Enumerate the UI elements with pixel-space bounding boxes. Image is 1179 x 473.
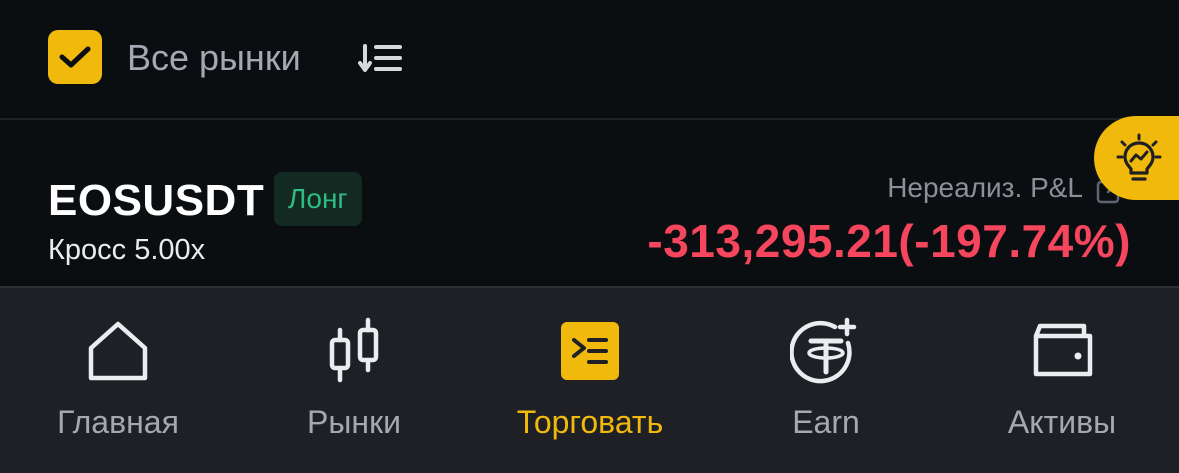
- nav-label-assets: Активы: [1007, 404, 1117, 440]
- nav-item-trade[interactable]: Торговать: [472, 288, 708, 473]
- nav-item-earn[interactable]: Earn: [708, 288, 944, 473]
- nav-label-trade: Торговать: [516, 404, 664, 440]
- margin-mode-leverage: Кросс 5.00x: [48, 234, 206, 266]
- unrealized-pnl-value: -313,295.21(-197.74%): [647, 215, 1131, 267]
- candlestick-icon: [329, 317, 379, 383]
- checkmark-icon: [59, 46, 91, 68]
- tips-bubble[interactable]: [1094, 116, 1179, 200]
- nav-item-home[interactable]: Главная: [0, 288, 236, 473]
- position-card[interactable]: EOSUSDT Лонг Кросс 5.00x Нереализ. P&L -…: [0, 120, 1179, 286]
- nav-item-markets[interactable]: Рынки: [236, 288, 472, 473]
- unrealized-pnl-label: Нереализ. P&L: [887, 172, 1083, 203]
- all-markets-label[interactable]: Все рынки: [127, 36, 301, 80]
- tether-plus-icon: [790, 317, 857, 384]
- lightbulb-icon: [1116, 133, 1162, 181]
- screen: Все рынки EOSUSDT Лонг Кросс 5.00x Нереа…: [0, 0, 1179, 473]
- home-icon: [88, 321, 148, 381]
- nav-label-earn: Earn: [792, 404, 860, 440]
- nav-label-home: Главная: [57, 404, 179, 440]
- filter-bar: Все рынки: [0, 0, 1179, 118]
- sort-icon[interactable]: [358, 40, 404, 76]
- bottom-nav: Главная Рынки Торговать Earn Активы: [0, 286, 1179, 473]
- nav-label-markets: Рынки: [307, 404, 401, 440]
- wallet-icon: [1033, 323, 1093, 377]
- all-markets-checkbox[interactable]: [48, 30, 102, 84]
- position-side-badge: Лонг: [274, 172, 362, 226]
- trade-icon: [561, 322, 619, 380]
- position-symbol[interactable]: EOSUSDT: [48, 176, 264, 226]
- nav-item-assets[interactable]: Активы: [944, 288, 1179, 473]
